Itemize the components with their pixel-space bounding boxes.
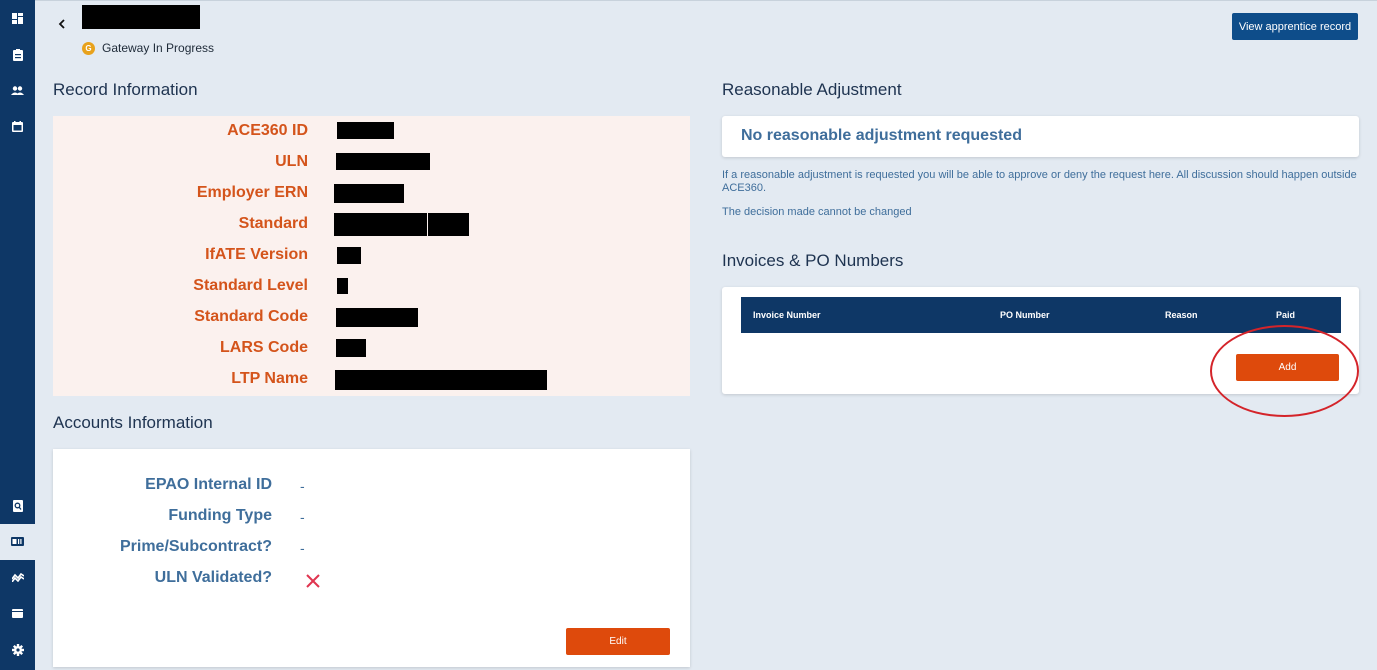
edit-button[interactable]: Edit [566, 628, 670, 655]
epao-internal-id-label: EPAO Internal ID [145, 476, 272, 493]
redacted-ifate-version [337, 247, 361, 264]
redacted-standard-code [336, 308, 418, 327]
redacted-lars-code [336, 339, 366, 357]
sidebar [0, 0, 35, 670]
record-information-title: Record Information [53, 80, 198, 99]
redacted-standard-extra [428, 213, 469, 236]
redacted-uln [336, 153, 430, 170]
lars-code-label: LARS Code [220, 339, 308, 356]
back-chevron-icon[interactable] [55, 16, 71, 32]
trend-icon[interactable] [11, 571, 24, 584]
reasonable-adjustment-note: The decision made cannot be changed [722, 206, 912, 218]
invoices-panel: Invoice Number PO Number Reason Paid Add [722, 287, 1359, 394]
po-number-column[interactable]: PO Number [1000, 310, 1050, 320]
invoices-title: Invoices & PO Numbers [722, 251, 904, 270]
redacted-ace360-id [337, 122, 394, 139]
funding-type-value: - [300, 509, 305, 525]
employer-ern-label: Employer ERN [196, 184, 308, 201]
reasonable-adjustment-info: If a reasonable adjustment is requested … [722, 169, 1357, 194]
invoice-number-column[interactable]: Invoice Number [753, 310, 821, 320]
view-apprentice-record-button[interactable]: View apprentice record [1232, 13, 1358, 40]
uln-validated-label: ULN Validated? [154, 569, 272, 586]
reasonable-adjustment-status: No reasonable adjustment requested [741, 127, 1022, 144]
redacted-apprentice-name [82, 5, 200, 29]
status-indicator: G Gateway In Progress [82, 41, 214, 55]
ace360-id-label: ACE360 ID [227, 122, 308, 139]
redacted-employer-ern [334, 184, 404, 203]
ifate-version-label: IfATE Version [205, 246, 308, 263]
search-document-icon[interactable] [11, 499, 24, 512]
standard-level-label: Standard Level [193, 277, 308, 294]
prime-subcontract-label: Prime/Subcontract? [119, 538, 272, 555]
status-badge: G [82, 41, 95, 55]
dashboard-icon[interactable] [11, 12, 24, 25]
clipboard-icon[interactable] [11, 48, 24, 61]
redacted-standard [334, 213, 427, 236]
funding-type-label: Funding Type [168, 507, 272, 524]
paid-column[interactable]: Paid [1276, 310, 1295, 320]
epao-internal-id-value: - [300, 478, 305, 494]
standard-code-label: Standard Code [194, 308, 308, 325]
ltp-name-label: LTP Name [231, 370, 308, 387]
id-card-icon[interactable] [11, 535, 24, 548]
redacted-ltp-name [335, 370, 547, 390]
gear-icon[interactable] [11, 643, 24, 656]
status-text: Gateway In Progress [102, 41, 215, 55]
cross-icon [305, 573, 321, 589]
calendar-icon[interactable] [11, 120, 24, 133]
invoices-table-header: Invoice Number PO Number Reason Paid [741, 297, 1341, 333]
folder-icon[interactable] [11, 607, 24, 620]
reason-column[interactable]: Reason [1165, 310, 1198, 320]
accounts-information-title: Accounts Information [53, 413, 213, 432]
accounts-information-panel: EPAO Internal ID - Funding Type - Prime/… [53, 449, 690, 667]
top-border [35, 0, 1377, 1]
standard-label: Standard [238, 215, 308, 232]
reasonable-adjustment-panel: No reasonable adjustment requested [722, 116, 1359, 157]
reasonable-adjustment-title: Reasonable Adjustment [722, 80, 902, 99]
prime-subcontract-value: - [300, 540, 305, 556]
uln-label: ULN [275, 153, 308, 170]
people-icon[interactable] [11, 84, 24, 97]
add-invoice-button[interactable]: Add [1236, 354, 1339, 381]
redacted-standard-level [337, 278, 348, 294]
